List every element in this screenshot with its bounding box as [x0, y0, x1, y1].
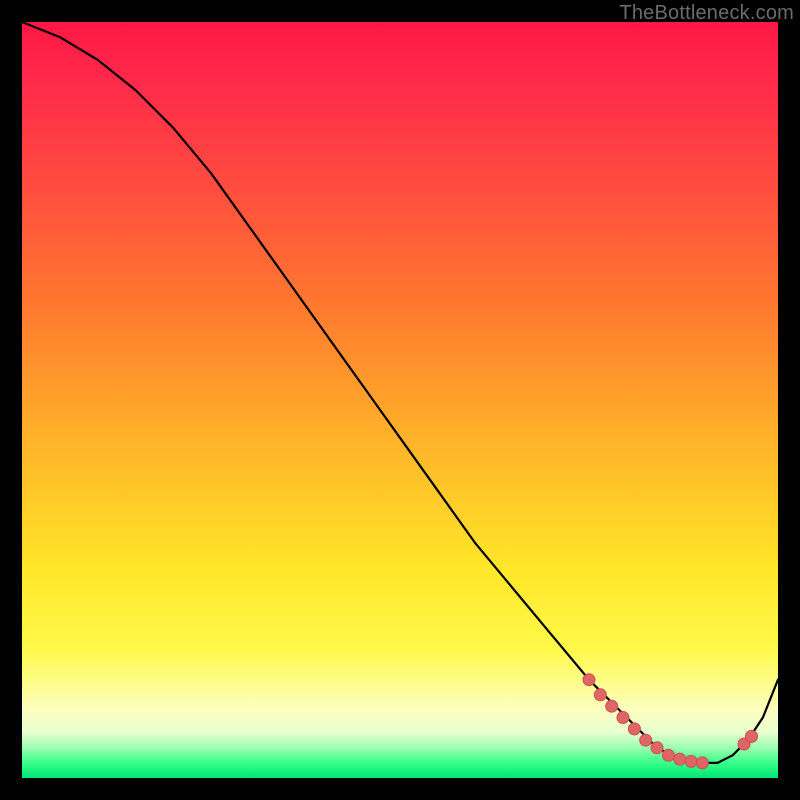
highlight-dot — [617, 712, 629, 724]
plot-area — [22, 22, 778, 778]
highlight-dot — [696, 757, 708, 769]
bottleneck-curve — [22, 22, 778, 763]
highlight-dot — [662, 749, 674, 761]
highlight-dot — [685, 755, 697, 767]
highlight-dot — [583, 674, 595, 686]
highlight-dots — [583, 674, 758, 769]
curve-layer — [22, 22, 778, 778]
highlight-dot — [674, 753, 686, 765]
highlight-dot — [640, 734, 652, 746]
highlight-dot — [628, 723, 640, 735]
highlight-dot — [606, 700, 618, 712]
highlight-dot — [651, 742, 663, 754]
chart-stage: TheBottleneck.com — [0, 0, 800, 800]
highlight-dot — [594, 689, 606, 701]
highlight-dot — [746, 730, 758, 742]
